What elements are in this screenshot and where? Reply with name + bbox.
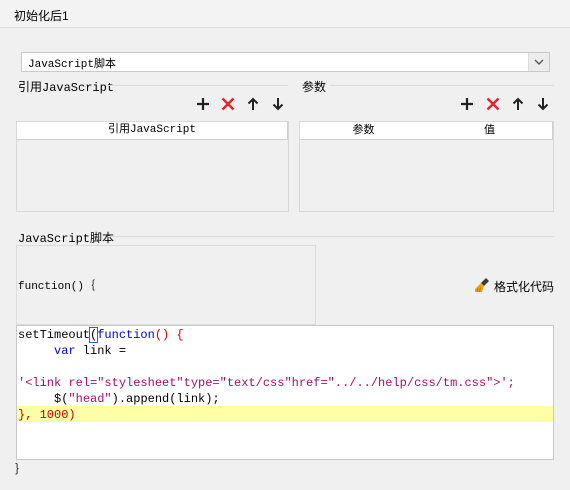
ref-add-button[interactable] xyxy=(195,96,213,114)
arrow-up-icon xyxy=(512,97,524,110)
ref-panel-divider xyxy=(108,85,288,86)
param-move-up-button[interactable] xyxy=(510,96,528,114)
ref-table[interactable]: 引用JavaScript xyxy=(16,121,289,212)
function-closing-brace: ｝ xyxy=(15,463,28,477)
ref-move-up-button[interactable] xyxy=(245,96,263,114)
code-token: setTimeout xyxy=(18,328,91,342)
code-keyword: var xyxy=(18,344,76,358)
arrow-up-icon xyxy=(247,97,259,110)
code-editor[interactable]: setTimeout(function() { var link = '<lin… xyxy=(16,325,554,460)
param-panel-divider xyxy=(330,85,554,86)
code-token: }, 1000) xyxy=(18,408,76,422)
arrow-down-icon xyxy=(537,98,549,111)
param-add-button[interactable] xyxy=(459,96,477,114)
ref-delete-button[interactable] xyxy=(220,96,238,114)
code-content: setTimeout(function() { var link = '<lin… xyxy=(18,327,515,423)
format-code-label: 格式化代码 xyxy=(494,280,555,294)
code-token: () { xyxy=(154,328,184,342)
code-string: '<link rel="stylesheet"type="text/css"hr… xyxy=(18,376,515,390)
x-icon xyxy=(486,97,500,111)
code-token: link = xyxy=(75,344,127,358)
title-bar: 初始化后1 xyxy=(0,0,570,28)
arrow-down-icon xyxy=(272,98,284,111)
param-table-header-param[interactable]: 参数 xyxy=(300,122,428,140)
broom-icon xyxy=(475,278,489,293)
code-string: "head" xyxy=(68,392,112,406)
param-delete-button[interactable] xyxy=(485,96,503,114)
x-icon xyxy=(221,97,235,111)
param-table-header-value[interactable]: 值 xyxy=(427,122,553,140)
window-title: 初始化后1 xyxy=(14,9,69,23)
script-section-label: JavaScript脚本 xyxy=(18,232,115,246)
function-header: function()｛ xyxy=(18,281,96,293)
param-panel-label: 参数 xyxy=(302,80,327,94)
script-type-value: JavaScript脚本 xyxy=(28,59,117,71)
format-code-button[interactable]: 格式化代码 xyxy=(473,276,557,294)
plus-icon xyxy=(197,98,209,110)
code-token: $( xyxy=(18,392,69,406)
plus-icon xyxy=(461,98,473,110)
ref-table-header[interactable]: 引用JavaScript xyxy=(17,122,288,140)
param-move-down-button[interactable] xyxy=(535,96,553,114)
param-table[interactable]: 参数 值 xyxy=(299,121,554,212)
script-section-divider xyxy=(108,236,554,237)
code-token: ).append(link); xyxy=(111,392,220,406)
ref-panel-label: 引用JavaScript xyxy=(18,81,115,95)
script-type-select[interactable]: JavaScript脚本 xyxy=(21,52,550,72)
ref-move-down-button[interactable] xyxy=(270,96,288,114)
chevron-down-icon[interactable] xyxy=(528,53,549,71)
code-keyword: function xyxy=(97,328,155,342)
